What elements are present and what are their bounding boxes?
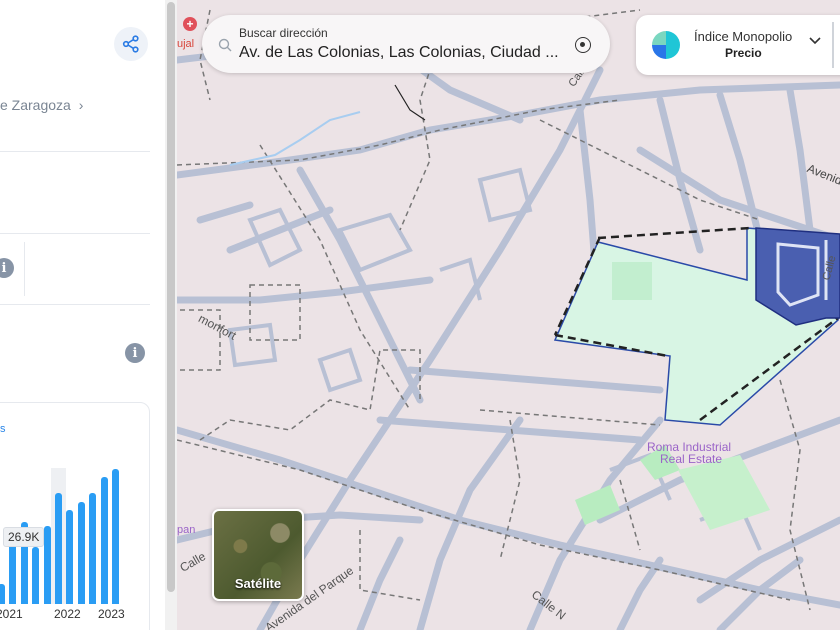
share-button[interactable] bbox=[114, 27, 148, 61]
chart-bar[interactable] bbox=[55, 493, 62, 604]
chart-x-label: 2022 bbox=[54, 607, 81, 621]
search-input[interactable]: Av. de Las Colonias, Las Colonias, Ciuda… bbox=[239, 44, 559, 62]
info-icon[interactable]: i bbox=[0, 258, 14, 278]
divider bbox=[0, 233, 150, 234]
chart-bar[interactable] bbox=[0, 583, 5, 604]
hospital-icon[interactable]: + bbox=[183, 17, 197, 31]
info-icon[interactable]: i bbox=[125, 343, 145, 363]
panel-scrollbar-thumb[interactable] bbox=[167, 2, 175, 592]
search-icon bbox=[218, 38, 232, 52]
chart-x-label: 2023 bbox=[98, 607, 125, 621]
index-selector-value: Precio bbox=[725, 46, 762, 60]
index-selector-title: Índice Monopolio bbox=[694, 29, 793, 44]
chart-bar[interactable] bbox=[66, 509, 74, 604]
clear-search-icon[interactable] bbox=[575, 37, 591, 53]
chart-bar[interactable] bbox=[77, 501, 85, 604]
share-icon bbox=[122, 35, 139, 53]
search-label: Buscar dirección bbox=[239, 26, 328, 40]
divider bbox=[0, 304, 150, 305]
property-panel: e Zaragoza › i i s 26.9K 2021 2022 2023 bbox=[0, 0, 165, 630]
divider bbox=[0, 151, 150, 152]
breadcrumb-link[interactable]: e Zaragoza › bbox=[0, 97, 83, 113]
chart-bar[interactable] bbox=[32, 546, 40, 604]
satellite-toggle-label: Satélite bbox=[234, 576, 282, 591]
map-poi-label: ujal bbox=[177, 38, 195, 50]
chart-bar[interactable] bbox=[89, 493, 97, 604]
map-poi-subname: Real Estate bbox=[660, 452, 723, 466]
chart-bar[interactable] bbox=[100, 476, 108, 604]
chart-legend-fragment: s bbox=[0, 423, 6, 435]
map-poi-label: pan bbox=[177, 524, 196, 536]
divider bbox=[832, 22, 834, 68]
divider bbox=[24, 242, 25, 296]
chevron-down-icon[interactable] bbox=[808, 36, 822, 46]
chart-bar[interactable] bbox=[112, 468, 119, 604]
chart-x-label: 2021 bbox=[0, 607, 23, 621]
chart-tooltip: 26.9K bbox=[3, 527, 45, 547]
breadcrumb-label: e Zaragoza bbox=[0, 97, 71, 113]
monopolio-logo-icon bbox=[652, 31, 680, 59]
chart-bar[interactable] bbox=[43, 526, 51, 604]
chevron-right-icon: › bbox=[78, 97, 84, 113]
